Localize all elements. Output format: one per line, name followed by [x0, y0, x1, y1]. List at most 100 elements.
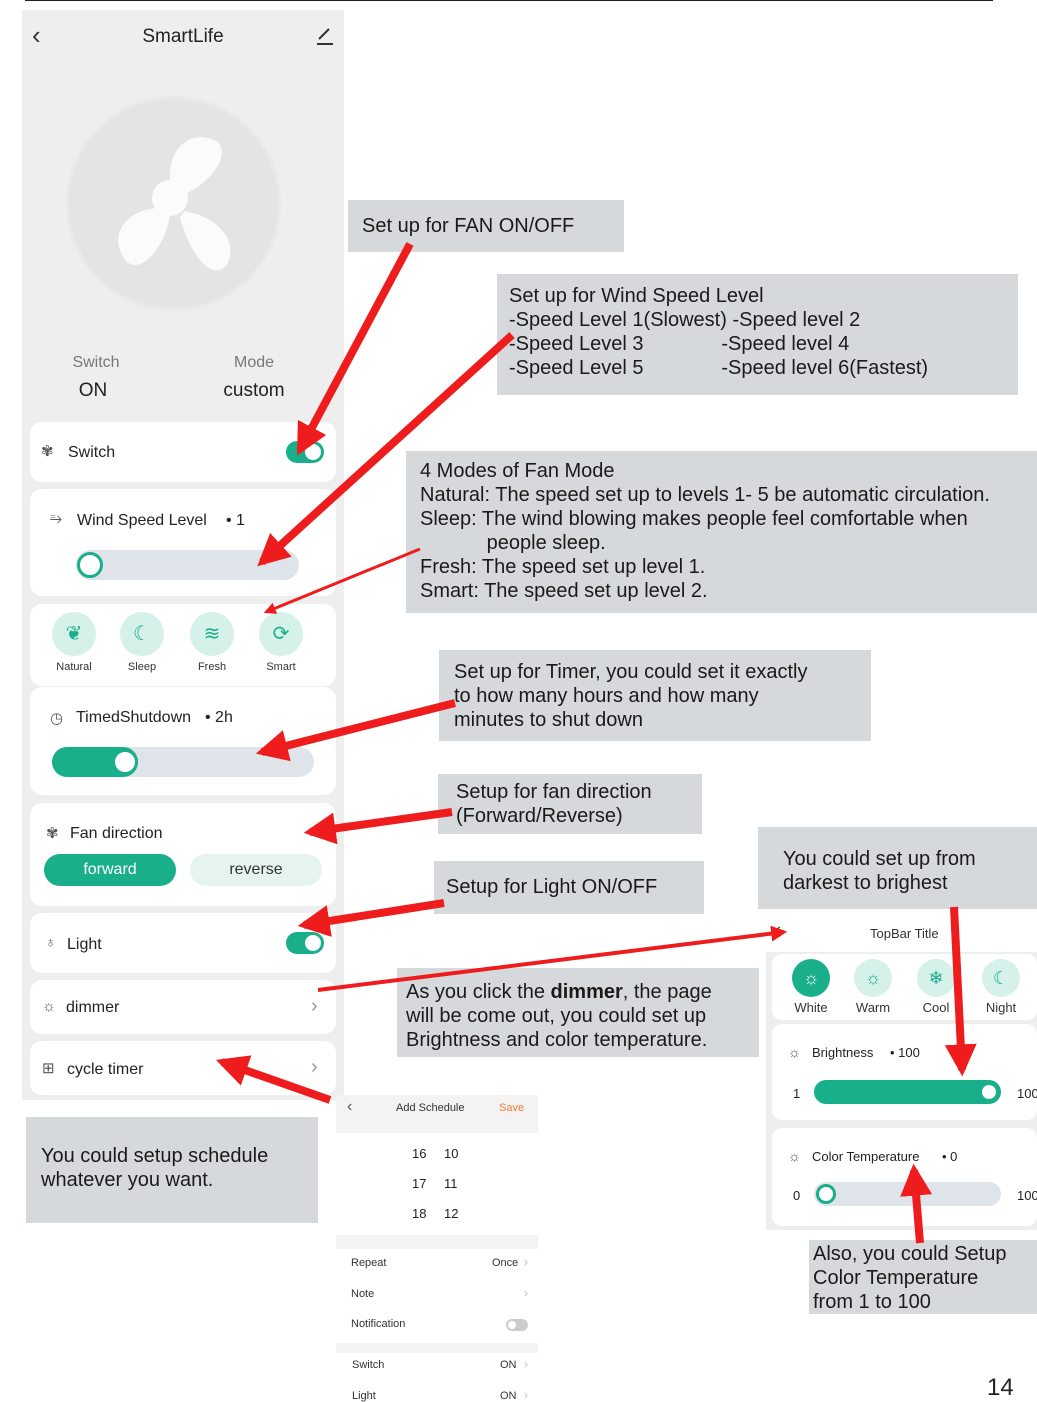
time-minute-1[interactable]: 10	[444, 1146, 458, 1161]
pencil-icon[interactable]	[312, 22, 338, 48]
chevron-right-icon: ›	[311, 1056, 318, 1078]
repeat-value[interactable]: Once	[492, 1257, 518, 1269]
status-mode-value: custom	[223, 380, 285, 401]
fan-modes-card: ❦ Natural ☾ Sleep ≋ Fresh ⟳ Smart	[30, 604, 336, 686]
page-number: 14	[987, 1374, 1014, 1401]
time-hour-2[interactable]: 17	[412, 1176, 426, 1191]
light-value[interactable]: ON	[500, 1390, 517, 1402]
mode-smart-label: Smart	[266, 661, 296, 673]
wind-speed-slider[interactable]	[76, 550, 299, 580]
timer-knob[interactable]	[112, 749, 138, 775]
back-chevron-left-icon[interactable]: ‹	[774, 917, 781, 943]
clock-icon: ◷	[50, 710, 64, 727]
light-mode-night-label: Night	[985, 1000, 1017, 1015]
time-hour-1[interactable]: 16	[412, 1146, 426, 1161]
color-temp-knob[interactable]	[816, 1184, 836, 1204]
snowflake-icon[interactable]: ❄	[917, 959, 955, 997]
callout-fan-onoff: Set up for FAN ON/OFF	[348, 200, 624, 252]
callout-timer: Set up for Timer, you could set it exact…	[439, 650, 871, 741]
dimmer-title: TopBar Title	[870, 926, 939, 941]
note-label: Note	[351, 1288, 375, 1300]
chevron-right-icon: ›	[311, 995, 318, 1017]
wind-speed-knob[interactable]	[77, 552, 103, 578]
time-hour-3[interactable]: 18	[412, 1206, 426, 1221]
schedule-title: Add Schedule	[396, 1102, 465, 1114]
auto-icon[interactable]: ⟳	[259, 612, 303, 656]
mode-natural-label: Natural	[56, 661, 92, 673]
time-minute-3[interactable]: 12	[444, 1206, 458, 1221]
brightness-label: Brightness	[812, 1045, 874, 1060]
chevron-right-icon: ›	[524, 1357, 528, 1371]
color-temp-min: 0	[793, 1188, 801, 1203]
switch-label: Switch	[352, 1359, 385, 1371]
brightness-min: 1	[793, 1086, 801, 1101]
callout-dimmer-pre: As you click the	[406, 981, 551, 1003]
callout-light: Setup for Light ON/OFF	[434, 861, 704, 914]
dimmer-card[interactable]: ☼ dimmer ›	[30, 980, 336, 1034]
add-schedule-screen: ‹ Add Schedule Save 16 10 17 11 18 12 Re…	[336, 1095, 538, 1402]
moon-icon[interactable]: ☾	[120, 612, 164, 656]
fan-hub	[152, 180, 188, 216]
dimmer-label: dimmer	[66, 999, 120, 1016]
brightness-max: 100	[1017, 1086, 1037, 1101]
schedule-save-button[interactable]: Save	[499, 1102, 524, 1114]
switch-value[interactable]: ON	[500, 1359, 517, 1371]
callout-dimmer-bold: dimmer	[550, 981, 623, 1003]
mode-sleep-label: Sleep	[127, 661, 157, 673]
callout-color-temp: Also, you could Setup Color Temperature …	[809, 1240, 1037, 1314]
fan-switch-toggle[interactable]	[286, 441, 324, 463]
light-mode-cool-label: Cool	[922, 1000, 950, 1015]
timed-shutdown-card: ◷ TimedShutdown • 2h	[30, 687, 336, 795]
grid-icon: ⊞	[42, 1060, 55, 1077]
sun-icon[interactable]: ☼	[792, 959, 830, 997]
light-mode-white-label: White	[794, 1000, 828, 1015]
fan-direction-label: Fan direction	[70, 825, 163, 842]
back-chevron-left-icon[interactable]: ‹	[347, 1098, 352, 1116]
sun-icon: ☼	[42, 998, 56, 1015]
light-modes-card: ☼ White ☼ Warm ❄ Cool ☾ Night	[772, 954, 1037, 1020]
brightness-slider[interactable]	[814, 1080, 1001, 1104]
color-temperature-card: ☼ Color Temperature • 0 0 100	[772, 1128, 1037, 1226]
callout-dimmer: As you click the dimmer, the page will b…	[397, 968, 759, 1057]
dimmer-screen: ‹ TopBar Title ☼ White ☼ Warm ❄ Cool ☾ N…	[766, 912, 1037, 1230]
repeat-label: Repeat	[351, 1257, 387, 1269]
notification-label: Notification	[351, 1318, 406, 1330]
cycle-timer-label: cycle timer	[67, 1061, 144, 1078]
sun-icon[interactable]: ☼	[854, 959, 892, 997]
callout-modes: 4 Modes of Fan Mode Natural: The speed s…	[406, 451, 1037, 613]
wind-speed-card: ⥱ Wind Speed Level • 1	[30, 489, 336, 596]
status-switch-label: Switch	[72, 354, 120, 371]
callout-wind-speed: Set up for Wind Speed Level -Speed Level…	[497, 274, 1018, 395]
reverse-button[interactable]: reverse	[190, 854, 322, 886]
wind-icon: ⥱	[50, 510, 63, 527]
timer-value: • 2h	[205, 709, 233, 726]
schedule-divider	[336, 1343, 538, 1353]
forward-button[interactable]: forward	[44, 854, 176, 886]
chevron-right-icon: ›	[524, 1255, 528, 1269]
fan-icon: ✾	[41, 443, 54, 460]
light-card: ♁ Light	[30, 913, 336, 973]
wind-icon[interactable]: ≋	[190, 612, 234, 656]
notification-toggle[interactable]	[506, 1319, 528, 1331]
timer-label: TimedShutdown	[76, 709, 192, 726]
moon-icon[interactable]: ☾	[982, 959, 1020, 997]
app-title: SmartLife	[142, 26, 224, 47]
callout-brightness: You could set up from darkest to brighes…	[758, 827, 1037, 909]
color-temp-slider[interactable]	[814, 1182, 1001, 1206]
fan-direction-card: ✾ Fan direction forward reverse	[30, 803, 336, 906]
color-temp-max: 100	[1017, 1188, 1037, 1203]
light-switch-toggle[interactable]	[286, 932, 324, 954]
status-switch-value: ON	[78, 380, 108, 401]
smartlife-fan-screen: ‹ SmartLife Switch ON Mode custom ✾ Swit…	[22, 10, 344, 1100]
leaf-icon[interactable]: ❦	[52, 612, 96, 656]
switch-card: ✾ Switch	[30, 422, 336, 482]
light-row-label: Light	[67, 936, 102, 953]
light-mode-warm-label: Warm	[855, 1000, 891, 1015]
wind-speed-value: • 1	[226, 512, 245, 529]
time-minute-2[interactable]: 11	[444, 1176, 458, 1191]
cycle-timer-card[interactable]: ⊞ cycle timer ›	[30, 1041, 336, 1095]
color-temp-value: • 0	[942, 1149, 958, 1164]
schedule-topbar	[336, 1095, 538, 1133]
brightness-knob[interactable]	[979, 1082, 999, 1102]
chevron-right-icon[interactable]: ›	[524, 1286, 528, 1300]
